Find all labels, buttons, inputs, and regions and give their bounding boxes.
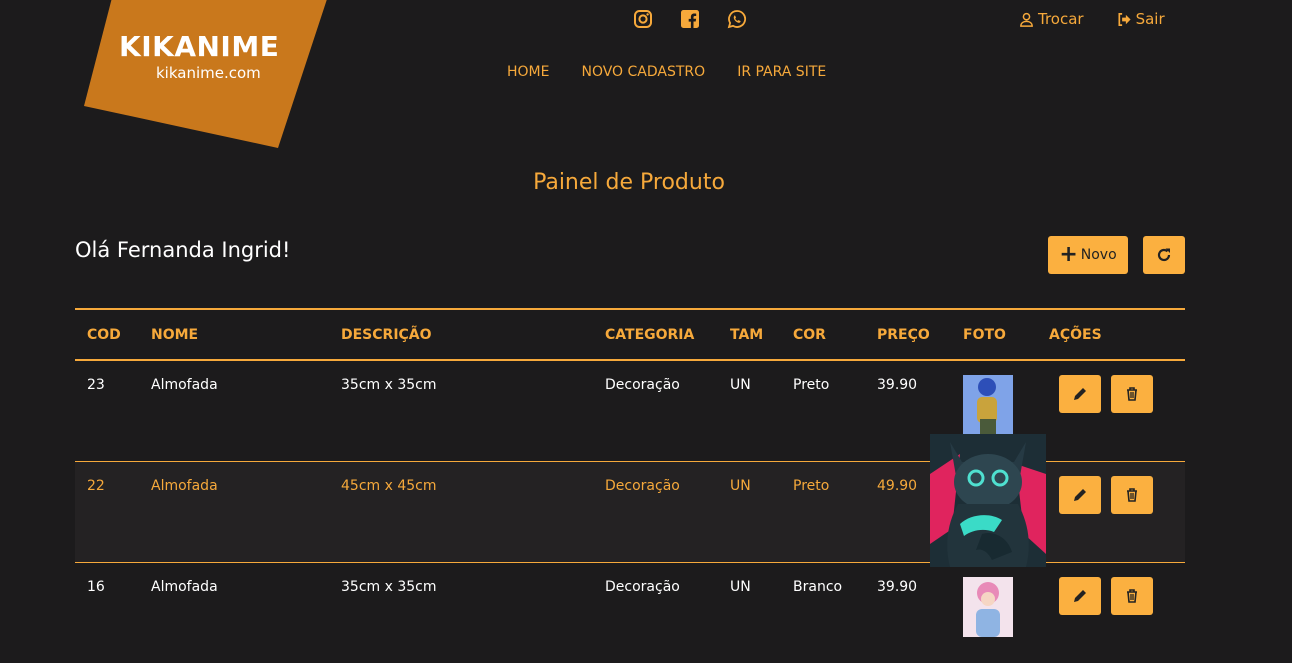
cell-tam: UN bbox=[718, 360, 781, 462]
col-cor: COR bbox=[781, 309, 865, 360]
edit-button[interactable] bbox=[1059, 375, 1101, 413]
cell-categoria: Decoração bbox=[593, 462, 718, 563]
trash-icon bbox=[1124, 588, 1140, 604]
cell-descricao: 45cm x 45cm bbox=[329, 462, 593, 563]
new-product-label: Novo bbox=[1081, 247, 1117, 263]
trash-icon bbox=[1124, 487, 1140, 503]
plus-icon: + bbox=[1059, 244, 1077, 266]
cell-cor: Preto bbox=[781, 360, 865, 462]
cell-acoes bbox=[1037, 462, 1185, 563]
cell-acoes bbox=[1037, 360, 1185, 462]
main-nav: HOME NOVO CADASTRO IR PARA SITE bbox=[507, 64, 858, 80]
product-photo-zoomed[interactable] bbox=[930, 434, 1046, 567]
table-row: 16 Almofada 35cm x 35cm Decoração UN Bra… bbox=[75, 563, 1185, 663]
cell-nome: Almofada bbox=[139, 360, 329, 462]
greeting: Olá Fernanda Ingrid! bbox=[75, 238, 290, 262]
table-header-row: COD NOME DESCRIÇÃO CATEGORIA TAM COR PRE… bbox=[75, 309, 1185, 360]
cell-cor: Preto bbox=[781, 462, 865, 563]
brand-logo[interactable]: KIKANIME kikanime.com bbox=[84, 0, 330, 148]
cell-cod: 23 bbox=[75, 360, 139, 462]
logo-domain: kikanime.com bbox=[156, 64, 261, 82]
pencil-icon bbox=[1072, 487, 1088, 503]
logo-text: KIKANIME bbox=[119, 30, 279, 63]
col-categoria: CATEGORIA bbox=[593, 309, 718, 360]
nav-home[interactable]: HOME bbox=[507, 64, 549, 80]
refresh-button[interactable] bbox=[1143, 236, 1185, 274]
cell-cod: 22 bbox=[75, 462, 139, 563]
cell-cor: Branco bbox=[781, 563, 865, 663]
cell-tam: UN bbox=[718, 462, 781, 563]
logout-link[interactable]: Sair bbox=[1116, 10, 1165, 28]
sign-out-icon bbox=[1116, 12, 1132, 27]
switch-user-label: Trocar bbox=[1038, 10, 1084, 28]
trash-icon bbox=[1124, 386, 1140, 402]
cell-descricao: 35cm x 35cm bbox=[329, 360, 593, 462]
cell-descricao: 35cm x 35cm bbox=[329, 563, 593, 663]
cell-acoes bbox=[1037, 563, 1185, 663]
refresh-icon bbox=[1156, 247, 1172, 263]
col-acoes: AÇÕES bbox=[1037, 309, 1185, 360]
cell-tam: UN bbox=[718, 563, 781, 663]
delete-button[interactable] bbox=[1111, 375, 1153, 413]
social-links bbox=[632, 8, 773, 30]
nav-new-registration[interactable]: NOVO CADASTRO bbox=[581, 64, 705, 80]
cell-categoria: Decoração bbox=[593, 563, 718, 663]
cell-cod: 16 bbox=[75, 563, 139, 663]
pencil-icon bbox=[1072, 386, 1088, 402]
product-photo[interactable] bbox=[963, 577, 1013, 637]
whatsapp-icon[interactable] bbox=[726, 8, 748, 30]
cell-categoria: Decoração bbox=[593, 360, 718, 462]
col-nome: NOME bbox=[139, 309, 329, 360]
cell-preco: 39.90 bbox=[865, 563, 951, 663]
cell-nome: Almofada bbox=[139, 462, 329, 563]
page-title: Painel de Produto bbox=[0, 170, 1258, 195]
delete-button[interactable] bbox=[1111, 577, 1153, 615]
new-product-button[interactable]: + Novo bbox=[1048, 236, 1128, 274]
nav-go-to-site[interactable]: IR PARA SITE bbox=[737, 64, 826, 80]
col-preco: PREÇO bbox=[865, 309, 951, 360]
instagram-icon[interactable] bbox=[632, 8, 654, 30]
logout-label: Sair bbox=[1136, 10, 1165, 28]
user-icon bbox=[1019, 12, 1034, 27]
col-cod: COD bbox=[75, 309, 139, 360]
col-descricao: DESCRIÇÃO bbox=[329, 309, 593, 360]
col-foto: FOTO bbox=[951, 309, 1037, 360]
switch-user-link[interactable]: Trocar bbox=[1019, 10, 1084, 28]
facebook-icon[interactable] bbox=[679, 8, 701, 30]
cell-foto bbox=[951, 563, 1037, 663]
edit-button[interactable] bbox=[1059, 577, 1101, 615]
pencil-icon bbox=[1072, 588, 1088, 604]
col-tam: TAM bbox=[718, 309, 781, 360]
product-photo[interactable] bbox=[963, 375, 1013, 435]
cell-nome: Almofada bbox=[139, 563, 329, 663]
edit-button[interactable] bbox=[1059, 476, 1101, 514]
user-links: Trocar Sair bbox=[1019, 10, 1165, 28]
delete-button[interactable] bbox=[1111, 476, 1153, 514]
